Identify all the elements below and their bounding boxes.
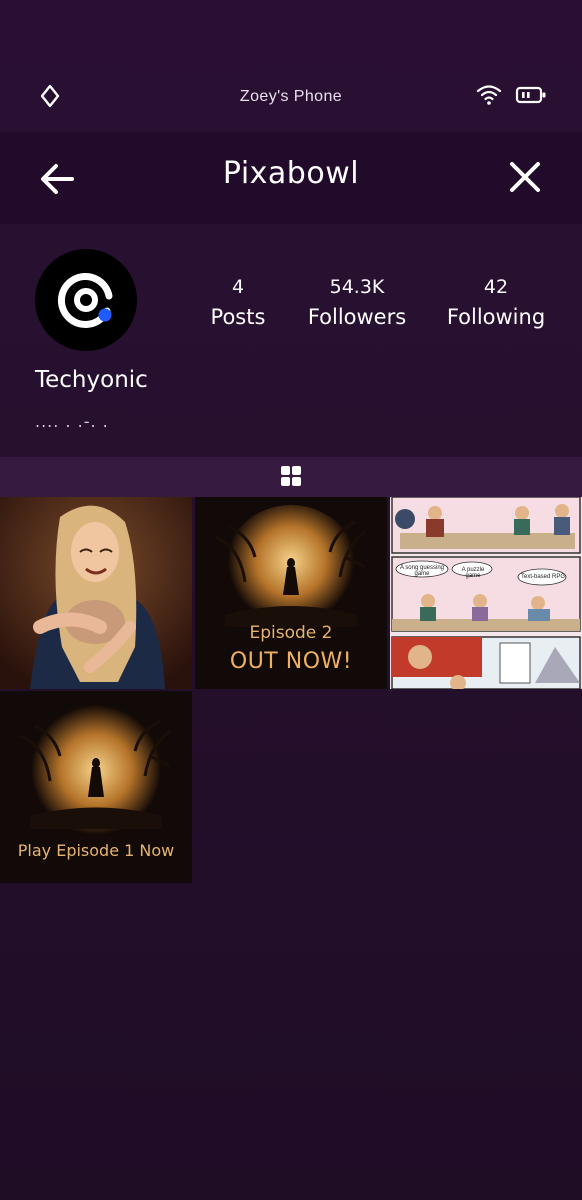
grid-icon	[281, 466, 301, 486]
followers-label: Followers	[307, 305, 407, 329]
meme-bubble-3: Text-based RPG	[520, 574, 566, 580]
wifi-icon	[476, 85, 502, 105]
post-caption-episode-1: Play Episode 1 Now	[17, 841, 175, 860]
post-thumbnail-4[interactable]: Play Episode 1 Now	[0, 691, 192, 883]
post-caption-out-now: OUT NOW!	[229, 649, 353, 674]
following-count: 42	[483, 276, 509, 298]
meme-bubble-1: A song guessing game	[399, 565, 445, 577]
profile-logo-icon	[57, 273, 113, 328]
following-label: Following	[446, 305, 546, 329]
tab-grid[interactable]	[0, 457, 582, 497]
stat-following[interactable]: 42 Following	[436, 272, 556, 332]
post-thumbnail-1[interactable]	[0, 497, 192, 689]
app-title: Pixabowl	[222, 156, 360, 191]
username: Techyonic	[35, 367, 148, 393]
post-caption-episode: Episode 2	[249, 623, 333, 643]
posts-label: Posts	[210, 305, 266, 329]
avatar[interactable]	[35, 249, 137, 351]
posts-count: 4	[231, 276, 245, 298]
status-bar: Zoey's Phone	[0, 60, 582, 132]
post-thumbnail-2[interactable]: Episode 2 OUT NOW!	[195, 497, 387, 689]
meme-bubble-2: A puzzle game	[461, 567, 485, 579]
close-icon[interactable]	[506, 158, 544, 196]
comic-meme-image	[390, 497, 582, 689]
post-thumbnail-3[interactable]: A song guessing game A puzzle game Text-…	[390, 497, 582, 689]
girl-illustration-image	[0, 497, 192, 689]
app-bar: Pixabowl	[0, 132, 582, 224]
followers-count: 54.3K	[329, 276, 385, 298]
bio: .... . .-. .	[35, 412, 109, 431]
stat-followers[interactable]: 54.3K Followers	[296, 272, 418, 332]
battery-icon	[515, 86, 546, 104]
stat-posts[interactable]: 4 Posts	[198, 272, 278, 332]
